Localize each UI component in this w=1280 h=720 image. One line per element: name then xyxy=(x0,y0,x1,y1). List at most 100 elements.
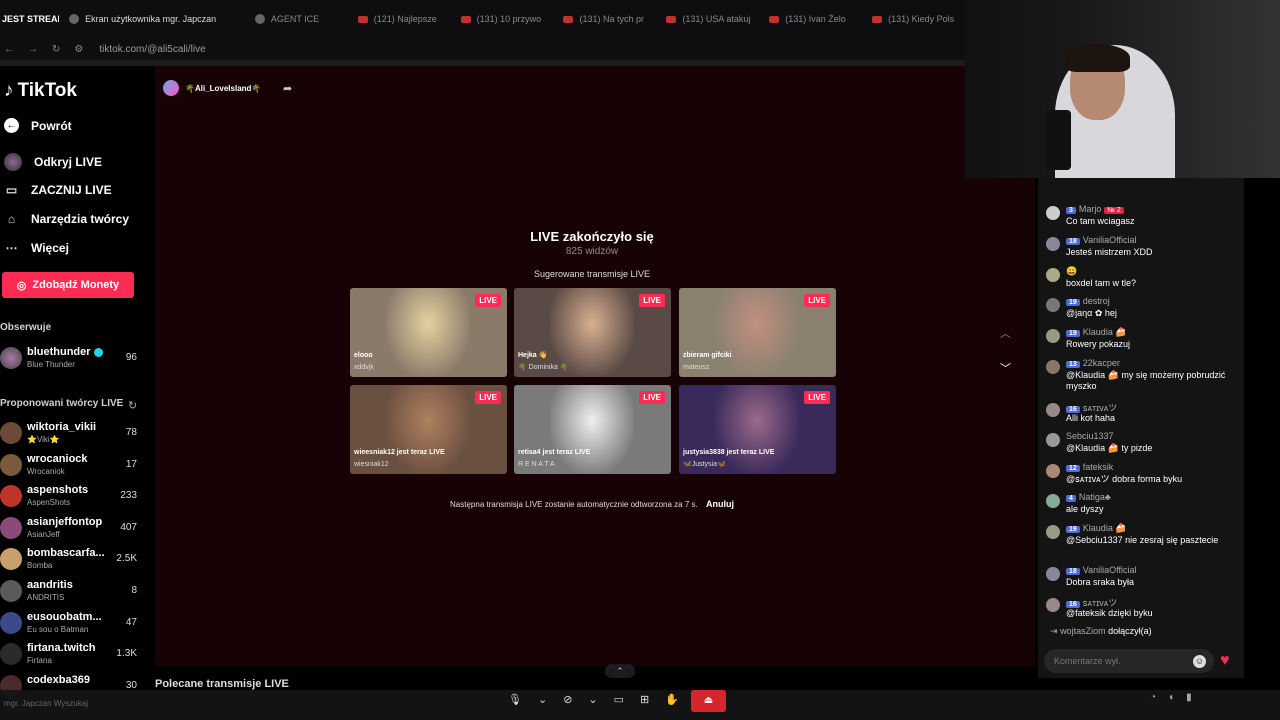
collapse-icon[interactable]: ⌃ xyxy=(605,664,635,678)
heart-icon[interactable]: ♥ xyxy=(1220,653,1240,669)
chat-user[interactable]: 18 VaniliaOfficial xyxy=(1066,565,1137,575)
avatar[interactable] xyxy=(1046,598,1060,612)
avatar[interactable] xyxy=(1046,237,1060,251)
browser-tab[interactable]: (131) Kiedy Pols xyxy=(862,0,965,38)
url-field[interactable]: tiktok.com/@ali5cali/live xyxy=(99,44,205,55)
taskbar: mgr. Japczan Wyszukaj 🎙 ⌄ ⊘ ⌄ ▭ ⊞ ✋ ⋯ ⏏ … xyxy=(0,690,1280,720)
avatar[interactable] xyxy=(1046,567,1060,581)
browser-tab[interactable]: (131) Ivan Żelo xyxy=(759,0,862,38)
suggested-live-card[interactable]: LIVE justysia3838 jest teraz LIVE 🦋Justysi… xyxy=(679,385,836,474)
battery-icon[interactable]: ▮ xyxy=(1186,692,1192,703)
taskbar-search[interactable]: Wyszukaj xyxy=(54,699,88,708)
back-icon[interactable]: ← xyxy=(4,44,14,55)
chevron-down-icon[interactable]: ﹀ xyxy=(1000,360,1011,376)
join-user[interactable]: wojtasZiom xyxy=(1060,626,1106,636)
tab-favicon xyxy=(254,14,265,24)
chat-user[interactable]: 18 VaniliaOfficial xyxy=(1066,235,1137,245)
forward-icon[interactable]: → xyxy=(28,44,38,55)
site-info-icon[interactable]: ⚙ xyxy=(74,44,83,55)
suggested-creator[interactable]: asianjeffontop AsianJeff 407 xyxy=(0,514,150,544)
avatar[interactable] xyxy=(1046,206,1060,220)
browser-tab[interactable]: (131) USA atakuj xyxy=(656,0,759,38)
suggested-live-card[interactable]: LIVE retisa4 jest teraz LIVE R E N A T A xyxy=(514,385,671,474)
nav-item[interactable]: Odkryj LIVE xyxy=(4,153,102,171)
chat-user[interactable]: 12 fateksik xyxy=(1066,462,1113,472)
chat-user[interactable]: 4 Natiga♣ xyxy=(1066,492,1111,502)
suggested-creator[interactable]: wiktoria_vikii ⭐Viki⭐ 78 xyxy=(0,419,150,449)
chat-user[interactable]: 19 destroj xyxy=(1066,296,1110,306)
suggested-creator[interactable]: wrocaniock Wrocaniok 17 xyxy=(0,451,150,481)
avatar[interactable] xyxy=(1046,464,1060,478)
viewer-count: 1.3K xyxy=(116,648,137,660)
host-avatar[interactable] xyxy=(163,80,179,96)
avatar[interactable] xyxy=(1046,298,1060,312)
followed-creator[interactable]: bluethunder Blue Thunder 96 xyxy=(0,344,150,374)
chat-username: Marjo xyxy=(1078,204,1102,214)
tab-label: AGENT ICE xyxy=(270,14,320,24)
reload-icon[interactable]: ↻ xyxy=(52,44,60,55)
avatar[interactable] xyxy=(1046,494,1060,508)
tiktok-logo[interactable]: ♪ TikTok xyxy=(4,80,77,102)
browser-tab[interactable]: AGENT ICE xyxy=(245,0,348,38)
apps-icon[interactable]: ⊞ xyxy=(640,693,649,706)
browser-tab[interactable]: JEST STREAM xyxy=(0,0,59,38)
comment-input[interactable]: Komentarze wył. xyxy=(1044,649,1214,673)
system-tray: ◔ ◖ ▮ xyxy=(1150,692,1192,703)
camera-off-icon[interactable]: ⊘ xyxy=(563,693,572,706)
browser-tab[interactable]: Ekran użytkownika mgr. Japczan xyxy=(59,0,245,38)
chevron-down-icon[interactable]: ⌄ xyxy=(588,693,597,706)
wifi-icon[interactable]: ◔ xyxy=(1150,692,1156,703)
chat-user[interactable]: 13 22kacper xyxy=(1066,358,1120,368)
coin-icon: ◎ xyxy=(16,279,27,292)
suggested-live-card[interactable]: LIVE zbieram gifciki mateusz xyxy=(679,288,836,377)
suggested-creator[interactable]: aandritis ANDRITIS 8 xyxy=(0,577,150,607)
suggested-live-card[interactable]: LIVE Hejka 👋 🌴 Dominika 🌴 xyxy=(514,288,671,377)
leave-call-button[interactable]: ⏏ xyxy=(691,690,726,712)
nav-item[interactable]: ▭ ZACZNIJ LIVE xyxy=(4,182,112,197)
emoji-icon[interactable]: ☺ xyxy=(1193,655,1206,668)
browser-tab[interactable]: (131) 10 przywo xyxy=(451,0,554,38)
card-title: wieesniak12 jest teraz LIVE xyxy=(354,449,445,456)
avatar[interactable] xyxy=(1046,360,1060,374)
avatar[interactable] xyxy=(1046,525,1060,539)
avatar[interactable] xyxy=(1046,329,1060,343)
autoplay-text: Następna transmisja LIVE zostanie automa… xyxy=(450,500,698,509)
creator-name: aandritis xyxy=(27,579,73,591)
chat-username: Natiga♣ xyxy=(1078,492,1111,502)
avatar[interactable] xyxy=(1046,433,1060,447)
suggested-live-card[interactable]: LIVE elooo xddvjk xyxy=(350,288,507,377)
browser-tab[interactable]: (131) Na tych pr xyxy=(553,0,656,38)
avatar[interactable] xyxy=(1046,268,1060,282)
creator-name: eusouobatm... xyxy=(27,610,102,623)
suggested-live-card[interactable]: LIVE wieesniak12 jest teraz LIVE wiesniak1… xyxy=(350,385,507,474)
get-coins-button[interactable]: ◎ Zdobądź Monety xyxy=(2,272,134,298)
suggested-creator[interactable]: firtana.twitch Firtana 1.3K xyxy=(0,640,150,670)
chat-text: Dobra sraka była xyxy=(1066,577,1135,587)
chat-user[interactable]: 19 Klaudia 🍰 xyxy=(1066,327,1127,338)
chat-user[interactable]: 3 Marjo № 2 xyxy=(1066,204,1124,214)
creator-subtitle: ANDRITIS xyxy=(27,593,65,602)
volume-icon[interactable]: ◖ xyxy=(1168,692,1174,703)
share-icon[interactable]: ➦ xyxy=(283,82,292,95)
host-info[interactable]: 🌴Ali_LoveIsland🌴 xyxy=(163,80,261,96)
avatar xyxy=(0,485,22,508)
suggested-creator[interactable]: aspenshots AspenShots 233 xyxy=(0,482,150,512)
share-screen-icon[interactable]: ▭ xyxy=(614,693,624,706)
refresh-icon[interactable]: ↻ xyxy=(128,399,137,412)
cancel-autoplay-button[interactable]: Anuluj xyxy=(706,499,734,509)
nav-item[interactable]: ⋯ Więcej xyxy=(4,240,69,255)
suggested-creator[interactable]: eusouobatm... Eu sou o Batman 47 xyxy=(0,609,150,639)
chat-user[interactable]: Sebciu1337 xyxy=(1066,431,1114,441)
back-link[interactable]: ← Powrót xyxy=(4,118,72,133)
chat-user[interactable]: 😄 xyxy=(1066,266,1077,277)
host-name[interactable]: 🌴Ali_LoveIsland🌴 xyxy=(185,84,261,93)
chevron-up-icon[interactable]: ︿ xyxy=(1000,325,1011,341)
microphone-icon[interactable]: 🎙 xyxy=(508,693,522,706)
browser-tab[interactable]: (121) Najlepsze xyxy=(348,0,451,38)
chevron-down-icon[interactable]: ⌄ xyxy=(538,693,547,706)
suggested-creator[interactable]: bombascarfa... Bomba 2.5K xyxy=(0,545,150,575)
nav-item[interactable]: ⌂ Narzędzia twórcy xyxy=(4,211,129,226)
chat-user[interactable]: 19 Klaudia 🍰 xyxy=(1066,523,1127,534)
avatar[interactable] xyxy=(1046,403,1060,417)
raise-hand-icon[interactable]: ✋ xyxy=(665,693,679,706)
